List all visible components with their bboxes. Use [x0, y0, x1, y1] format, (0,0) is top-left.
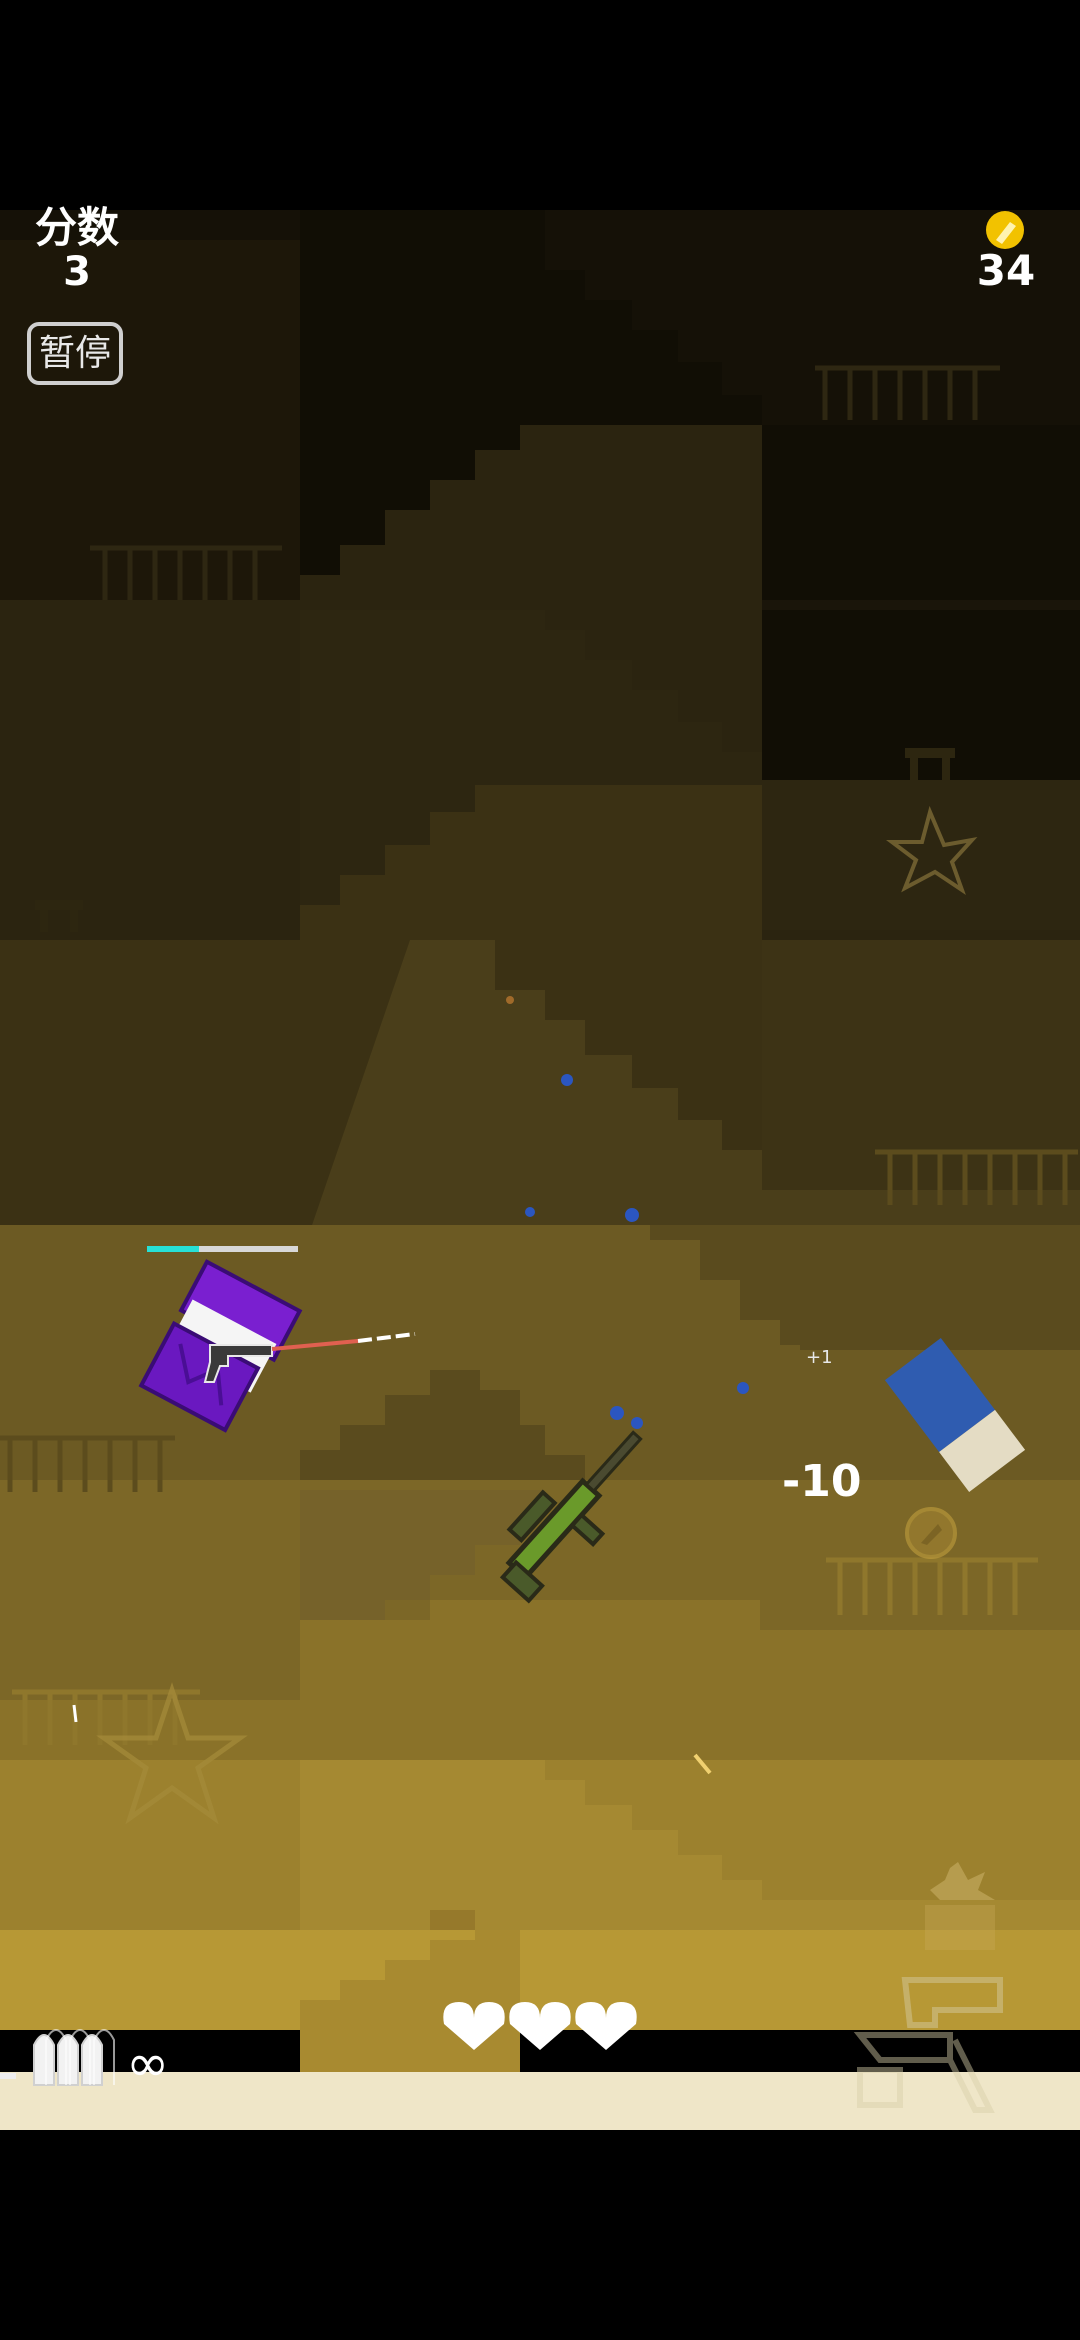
damage-popup: -10: [782, 1456, 862, 1507]
game-scene: [0, 0, 1080, 2340]
score-value: 3: [63, 249, 91, 295]
player-health-bar: [147, 1246, 199, 1252]
score-label: 分数: [34, 203, 119, 252]
ammo-count: ∞: [126, 2034, 170, 2094]
pause-button[interactable]: 暂停: [27, 322, 123, 385]
bonus-popup: +1: [806, 1347, 833, 1368]
gold-coin-icon: [986, 211, 1024, 249]
coin-count: 34: [976, 246, 1036, 295]
scene-coin-icon: [905, 1507, 957, 1559]
